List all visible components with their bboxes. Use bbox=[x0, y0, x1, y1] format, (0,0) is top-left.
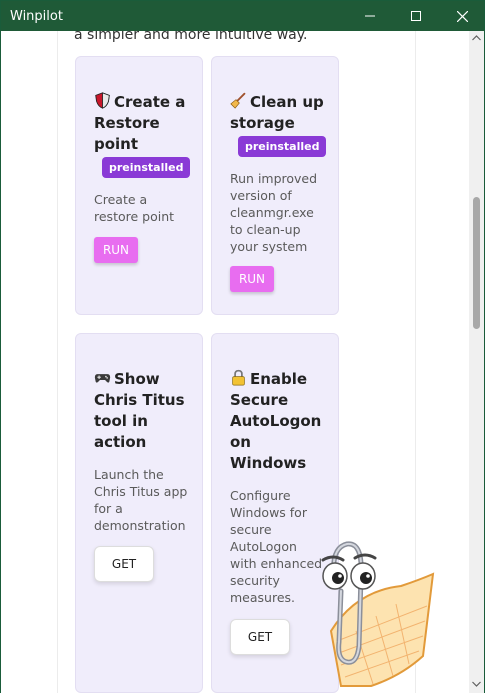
title-bar[interactable]: Winpilot bbox=[1, 1, 484, 31]
scrollbar-thumb[interactable] bbox=[473, 197, 480, 329]
run-button[interactable]: RUN bbox=[230, 266, 274, 292]
preinstalled-badge: preinstalled bbox=[238, 136, 327, 157]
card-description: Run improved version of cleanmgr.exe to … bbox=[230, 171, 318, 254]
card-description: Create a restore point bbox=[94, 192, 175, 224]
card-title: Create a Restore point bbox=[94, 92, 186, 153]
window-title: Winpilot bbox=[10, 9, 63, 24]
intro-text: a simpler and more intuitive way. bbox=[74, 31, 308, 43]
minimize-icon bbox=[365, 15, 375, 17]
close-icon bbox=[456, 10, 468, 22]
maximize-icon bbox=[411, 11, 421, 21]
shield-icon bbox=[95, 92, 110, 109]
vertical-scrollbar[interactable] bbox=[469, 31, 484, 693]
run-button[interactable]: RUN bbox=[94, 237, 138, 263]
card-title: Show Chris Titus tool in action bbox=[94, 370, 185, 451]
card-create-restore-point: Create a Restore point preinstalled Crea… bbox=[75, 56, 203, 315]
broom-icon bbox=[230, 92, 246, 109]
scroll-down-icon[interactable] bbox=[472, 681, 481, 687]
get-button[interactable]: GET bbox=[94, 546, 154, 582]
scroll-content: a simpler and more intuitive way. Create… bbox=[1, 31, 469, 693]
clippy-assistant-icon[interactable] bbox=[301, 536, 441, 693]
card-description: Launch the Chris Titus app for a demonst… bbox=[94, 467, 188, 533]
card-chris-titus-tool: Show Chris Titus tool in action Launch t… bbox=[75, 333, 203, 693]
scroll-up-icon[interactable] bbox=[472, 35, 481, 41]
preinstalled-badge: preinstalled bbox=[102, 157, 191, 178]
maximize-button[interactable] bbox=[393, 1, 439, 31]
card-title: Clean up storage bbox=[230, 92, 324, 132]
lock-icon bbox=[232, 369, 245, 386]
get-button[interactable]: GET bbox=[230, 619, 290, 655]
card-title: Enable Secure AutoLogon on Windows bbox=[230, 369, 322, 472]
close-button[interactable] bbox=[439, 1, 485, 31]
card-clean-up-storage: Clean up storage preinstalled Run improv… bbox=[211, 56, 339, 315]
minimize-button[interactable] bbox=[347, 1, 393, 31]
app-window: Winpilot a simpler and more intuitive wa… bbox=[0, 0, 485, 693]
gamepad-icon bbox=[94, 374, 111, 383]
paper-icon bbox=[329, 572, 435, 687]
